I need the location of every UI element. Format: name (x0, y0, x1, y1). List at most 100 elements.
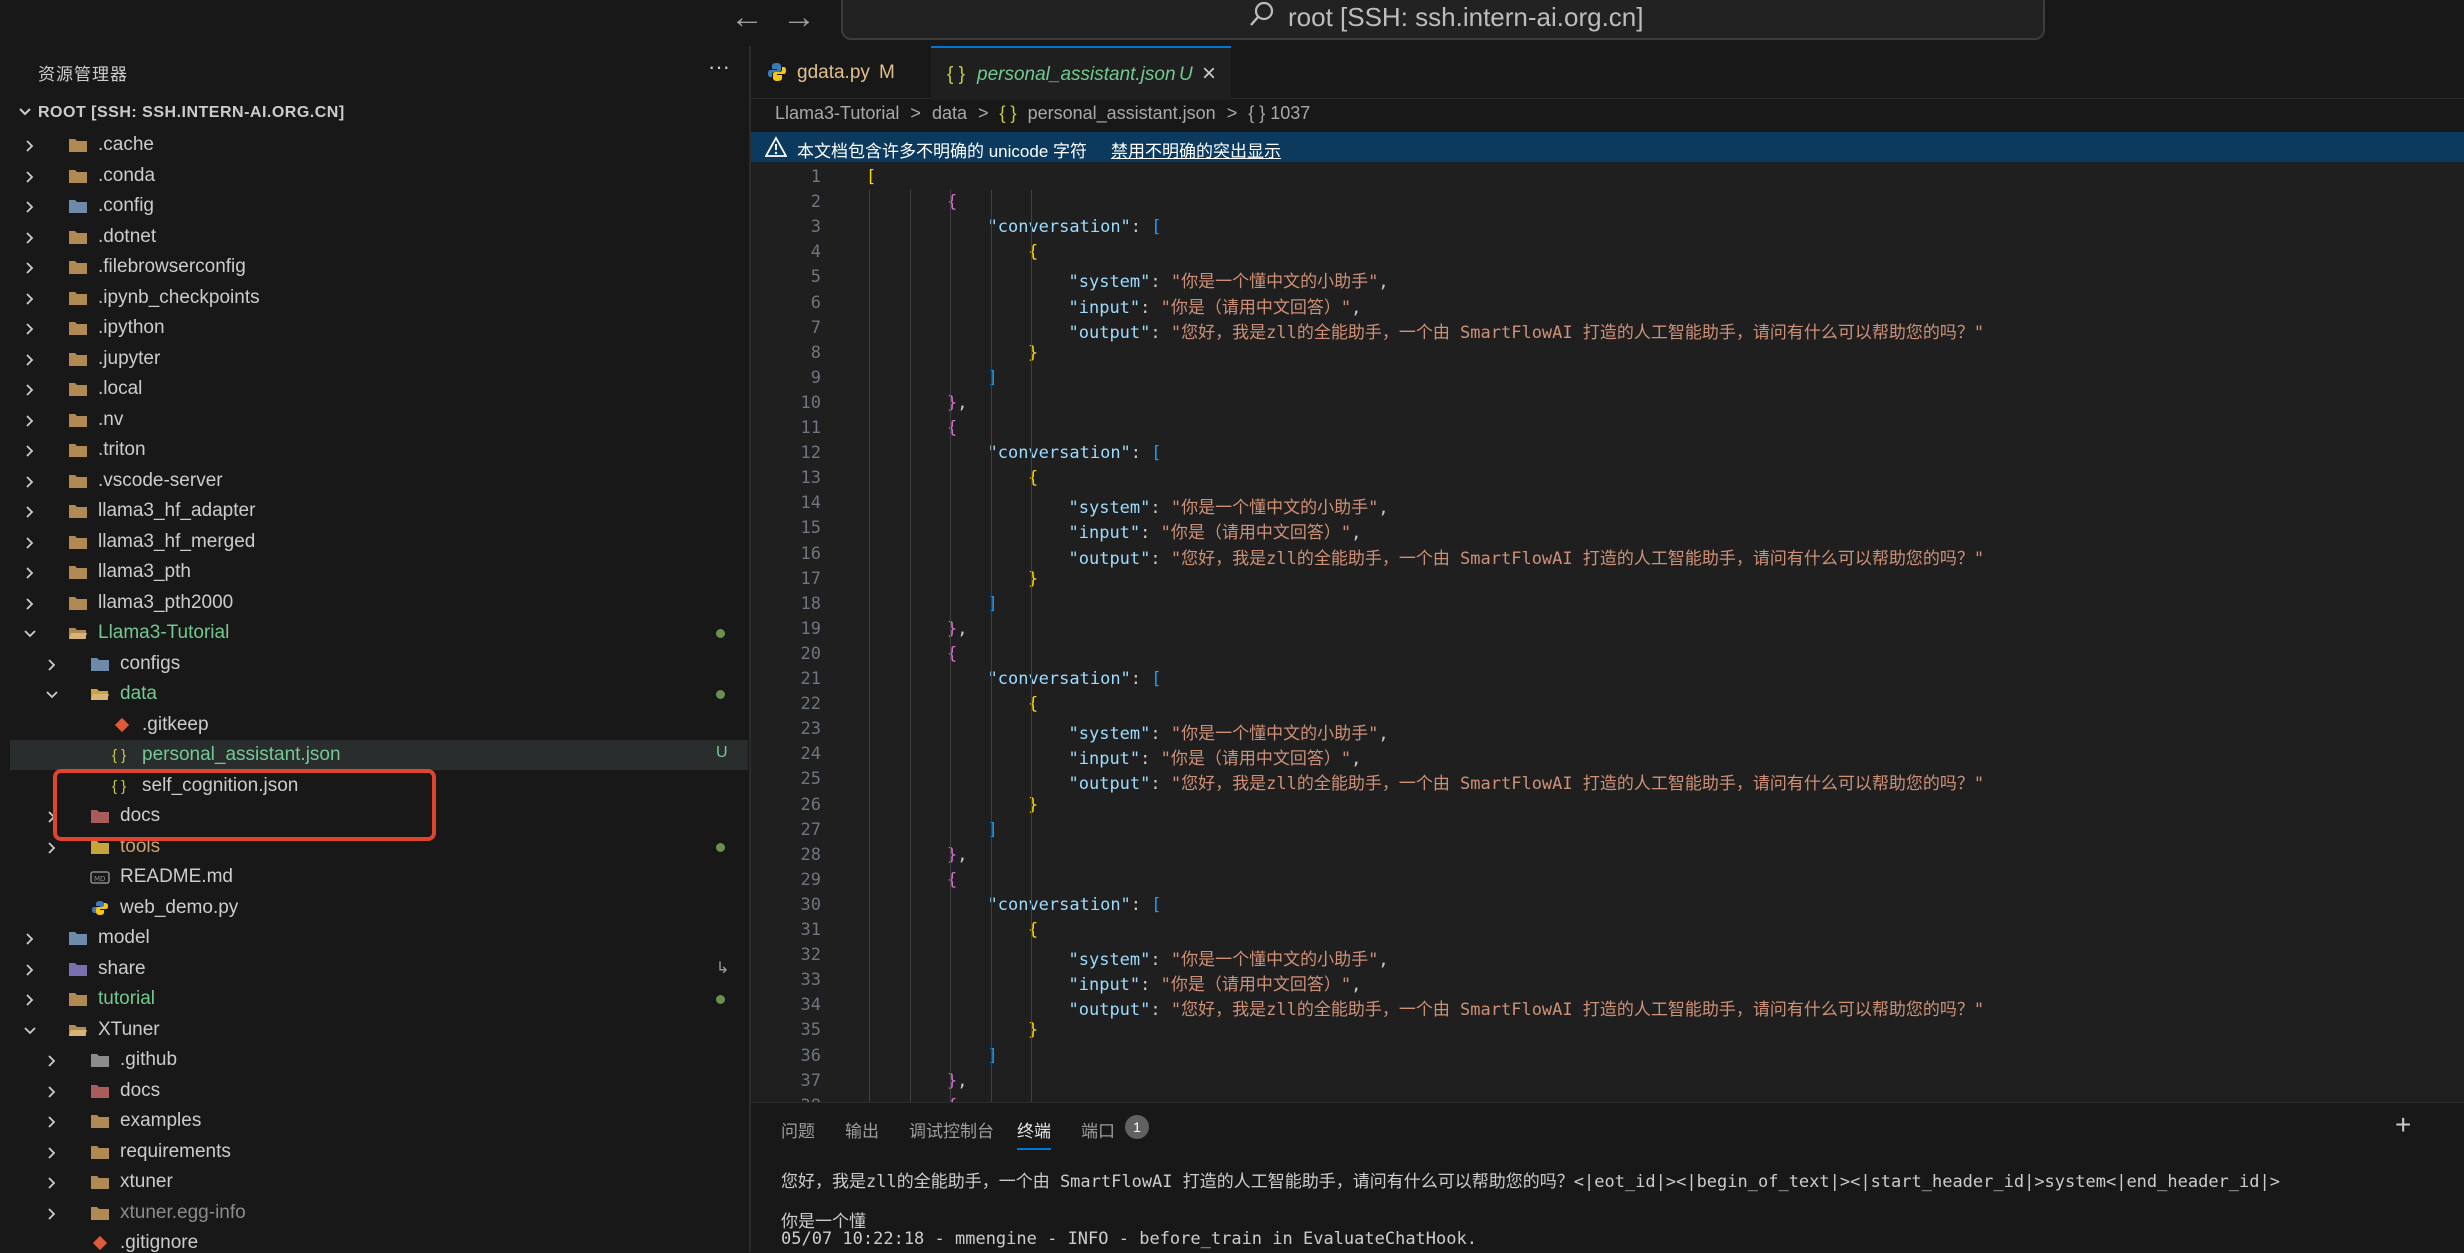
tree-folder[interactable]: .config (10, 191, 748, 221)
json-string: "你是一个懂中文的小助手" (1170, 724, 1379, 745)
tree-folder[interactable]: tutorial (10, 984, 748, 1014)
git-status-badge: U (716, 744, 728, 761)
git-status-dot (716, 995, 725, 1004)
unicode-warning-bar: 本文档包含许多不明确的 unicode 字符 禁用不明确的突出显示 (751, 132, 2464, 162)
tree-folder[interactable]: Llama3-Tutorial (10, 618, 748, 648)
line-number: 29 (800, 869, 821, 890)
code-line: "input": "你是（请用中文回答）", (1069, 970, 1362, 995)
line-number: 13 (800, 468, 821, 489)
breadcrumb-folder[interactable]: Llama3-Tutorial (775, 103, 899, 123)
code-editor[interactable]: 1[2{3 "conversation": [4{5 "system": "你是一个… (751, 162, 2464, 1102)
tree-folder[interactable]: .ipython (10, 313, 748, 343)
tree-file[interactable]: MD README.md (10, 862, 748, 892)
folder-icon (68, 320, 88, 336)
tree-folder[interactable]: .triton (10, 435, 748, 465)
forward-arrow-icon[interactable]: → (782, 0, 816, 34)
tree-folder[interactable]: examples (10, 1106, 748, 1136)
bracket: { (947, 869, 958, 890)
breadcrumb-folder[interactable]: data (932, 103, 967, 123)
open-folder-icon (68, 625, 88, 641)
command-center-search[interactable]: root [SSH: ssh.intern-ai.org.cn] (841, 0, 2045, 40)
tree-folder[interactable]: docs (10, 1076, 748, 1106)
folder-icon (68, 534, 88, 550)
bracket: { (947, 643, 958, 664)
back-arrow-icon[interactable]: ← (730, 0, 764, 34)
bracket: [ (1151, 443, 1162, 464)
tab-personal-assistant-json[interactable]: { } personal_assistant.json U × (931, 46, 1231, 100)
line-number: 6 (810, 292, 821, 313)
chevron-down-icon (24, 630, 36, 638)
tree-folder[interactable]: .cache (10, 130, 748, 160)
tree-folder[interactable]: xtuner (10, 1167, 748, 1197)
tree-file[interactable]: .gitignore (10, 1228, 748, 1252)
git-status-dot (716, 842, 725, 852)
json-key: "conversation" (987, 443, 1131, 464)
tree-folder[interactable]: configs (10, 649, 748, 679)
tree-folder[interactable]: share ↳ (10, 954, 748, 984)
code-line: } (1028, 1020, 1038, 1040)
tree-item-label: .vscode-server (98, 469, 223, 491)
tree-folder[interactable]: requirements (10, 1137, 748, 1167)
tree-item-label: tutorial (98, 988, 156, 1009)
json-string: "你是一个懂中文的小助手" (1170, 950, 1379, 971)
tab-gdata-py[interactable]: gdata.py M (751, 46, 931, 98)
tree-folder[interactable]: .local (10, 374, 748, 404)
folder-icon (90, 1205, 110, 1221)
tree-folder[interactable]: .dotnet (10, 222, 748, 252)
chevron-right-icon (26, 414, 34, 427)
folder-icon (90, 1113, 110, 1129)
tab-debug-console[interactable]: 调试控制台 (909, 1117, 994, 1142)
explorer-title: 资源管理器 (38, 65, 128, 84)
tab-problems[interactable]: 问题 (781, 1117, 815, 1142)
punct: : (1130, 443, 1152, 464)
tree-folder[interactable]: llama3_pth2000 (10, 588, 748, 618)
tree-folder[interactable]: .jupyter (10, 344, 748, 374)
tree-file[interactable]: .gitkeep (10, 710, 748, 740)
breadcrumb-file[interactable]: personal_assistant.json (1028, 103, 1216, 123)
tree-item-label: .jupyter (98, 347, 161, 369)
root-folder[interactable]: ROOT [SSH: SSH.INTERN-AI.ORG.CN] (0, 98, 749, 128)
tree-folder[interactable]: .github (10, 1045, 748, 1075)
bracket: [ (1151, 669, 1162, 689)
tree-folder[interactable]: .vscode-server (10, 466, 748, 496)
tree-folder[interactable]: model (10, 923, 748, 953)
tree-file[interactable]: web_demo.py (10, 893, 748, 923)
git-status-dot (716, 629, 725, 638)
tree-folder[interactable]: .ipynb_checkpoints (10, 283, 748, 313)
tree-folder[interactable]: .filebrowserconfig (10, 252, 748, 282)
new-terminal-icon[interactable]: + (2395, 1109, 2411, 1141)
bracket: [ (866, 167, 877, 187)
tree-folder[interactable]: .conda (10, 161, 748, 191)
code-line: { (1028, 694, 1038, 714)
close-icon[interactable]: × (1202, 60, 1216, 88)
tree-folder[interactable]: data (10, 679, 748, 709)
warning-text: 本文档包含许多不明确的 unicode 字符 (797, 142, 1087, 161)
code-line: { (1028, 242, 1038, 262)
tree-folder[interactable]: XTuner (10, 1015, 748, 1045)
folder-icon (68, 595, 88, 611)
tree-item-label: examples (120, 1110, 202, 1131)
code-line: } (1028, 795, 1038, 815)
tree-folder[interactable]: llama3_pth (10, 557, 748, 587)
tree-item-label: .local (98, 378, 143, 399)
tab-output[interactable]: 输出 (845, 1117, 879, 1142)
tree-item-label: xtuner.egg-info (120, 1201, 246, 1223)
tree-item-label: .gitignore (120, 1232, 199, 1252)
tree-folder[interactable]: xtuner.egg-info (10, 1198, 748, 1228)
tab-terminal[interactable]: 终端 (1017, 1117, 1051, 1150)
chevron-right-icon (48, 1207, 56, 1220)
title-bar: ← → root [SSH: ssh.intern-ai.org.cn] (0, 0, 2464, 46)
tree-folder[interactable]: .nv (10, 405, 748, 435)
more-actions-icon[interactable]: ··· (708, 54, 730, 80)
breadcrumb-symbol[interactable]: { } 1037 (1248, 103, 1310, 123)
disable-highlight-link[interactable]: 禁用不明确的突出显示 (1111, 137, 1281, 162)
tree-folder[interactable]: llama3_hf_adapter (10, 496, 748, 526)
chevron-right-icon (26, 994, 34, 1006)
tree-item-label: .dotnet (98, 225, 157, 247)
bracket: { (1028, 920, 1039, 940)
tree-file[interactable]: { } personal_assistant.json U (10, 740, 748, 770)
json-key: "output" (1068, 774, 1151, 795)
tree-folder[interactable]: llama3_hf_merged (10, 527, 748, 557)
tab-ports[interactable]: 端口 (1081, 1117, 1115, 1142)
breadcrumb-sep: > (978, 103, 989, 123)
